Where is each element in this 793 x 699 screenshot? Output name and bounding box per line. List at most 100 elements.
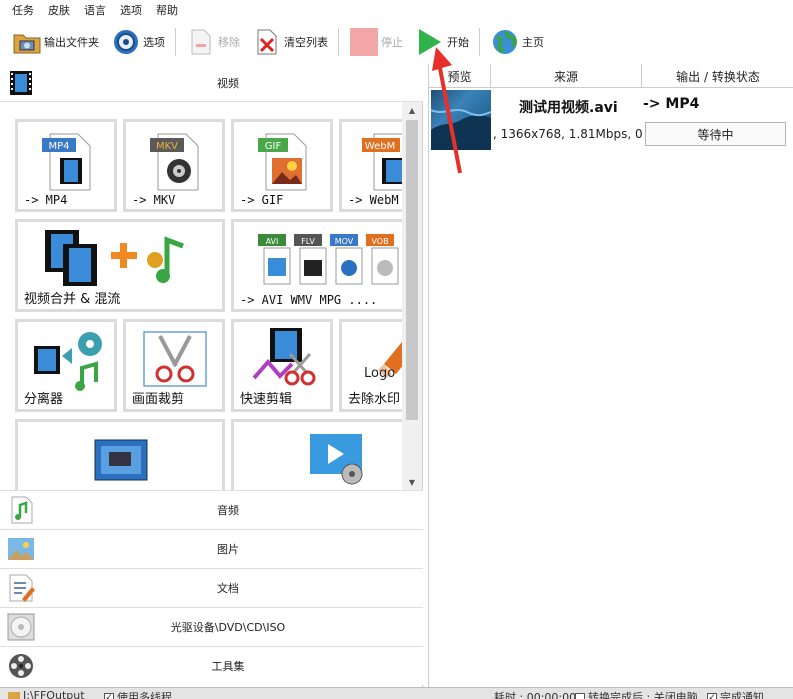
toolbox-category-label: 工具集 bbox=[211, 660, 245, 673]
home-label: 主页 bbox=[522, 36, 544, 49]
mov-badge: MOV bbox=[335, 237, 354, 246]
tile-label: 画面裁剪 bbox=[132, 392, 185, 407]
column-preview[interactable]: 预览 bbox=[429, 64, 491, 88]
tools-scrollbar[interactable]: ▲ ▼ bbox=[402, 102, 422, 490]
logo-text: Logo bbox=[364, 366, 396, 381]
video-tools-grid: MP4 -> MP4 MKV -> MKV GIF -> GIF WebM ->… bbox=[0, 102, 402, 490]
tile-label: -> MKV bbox=[132, 193, 176, 207]
menu-language[interactable]: 语言 bbox=[84, 2, 106, 18]
tile-label: 快速剪辑 bbox=[240, 392, 293, 407]
status-bar: I:\FFOutput ✓ 使用多线程 耗时 : 00:00:00 转换完成后 :… bbox=[0, 687, 793, 699]
toolbar-separator bbox=[479, 28, 480, 56]
stop-icon bbox=[349, 27, 379, 57]
home-button[interactable]: 主页 bbox=[486, 24, 548, 60]
webm-file-icon: WebM bbox=[362, 133, 402, 191]
scroll-up-arrow[interactable]: ▲ bbox=[402, 102, 422, 118]
tile-to-multi-format[interactable]: AVI FLV MOV VOB -> AVI WMV MPG .... bbox=[231, 219, 402, 312]
document-category-label: 文档 bbox=[217, 582, 239, 595]
avi-badge: AVI bbox=[266, 237, 279, 246]
output-folder-label: 输出文件夹 bbox=[44, 36, 99, 49]
tile-to-gif[interactable]: GIF -> GIF bbox=[231, 119, 333, 212]
tile-video-player[interactable] bbox=[231, 419, 402, 490]
checkbox-checked-icon: ✓ bbox=[104, 693, 114, 699]
column-source[interactable]: 来源 bbox=[491, 64, 642, 88]
menu-task[interactable]: 任务 bbox=[12, 2, 34, 18]
tile-label: 视频合并 & 混流 bbox=[24, 292, 121, 307]
tile-label: 去除水印 bbox=[348, 392, 401, 407]
video-category-header[interactable]: 视频 bbox=[0, 64, 423, 102]
tile-to-mp4[interactable]: MP4 -> MP4 bbox=[15, 119, 117, 212]
tile-video-recorder[interactable] bbox=[15, 419, 225, 490]
notify-checkbox[interactable]: ✓ 完成通知 bbox=[707, 689, 764, 699]
start-label: 开始 bbox=[447, 36, 469, 49]
column-output-status[interactable]: 输出 / 转换状态 bbox=[642, 64, 793, 88]
task-list-header: 预览 来源 输出 / 转换状态 bbox=[429, 64, 793, 88]
image-category[interactable]: 图片 bbox=[0, 529, 423, 568]
tile-to-mkv[interactable]: MKV -> MKV bbox=[123, 119, 225, 212]
video-category-label: 视频 bbox=[217, 76, 239, 90]
webm-badge: WebM bbox=[365, 141, 395, 152]
toolbox-category[interactable]: 工具集 bbox=[0, 646, 423, 685]
tile-merge-video[interactable]: 视频合并 & 混流 bbox=[15, 219, 225, 312]
toolbar-separator bbox=[338, 28, 339, 56]
clear-list-label: 清空列表 bbox=[284, 36, 328, 49]
stop-label: 停止 bbox=[381, 36, 403, 49]
notify-label: 完成通知 bbox=[720, 691, 764, 699]
options-label: 选项 bbox=[143, 36, 165, 49]
audio-category-label: 音频 bbox=[217, 504, 239, 517]
task-row[interactable]: 测试用视频.avi , 1366x768, 1.81Mbps, 0 -> MP4… bbox=[429, 89, 793, 151]
tile-crop[interactable]: 画面裁剪 bbox=[123, 319, 225, 412]
category-panel: 视频 MP4 -> MP4 MKV -> MKV GIF -> GIF WebM… bbox=[0, 64, 423, 687]
menu-help[interactable]: 帮助 bbox=[156, 2, 178, 18]
disc-category[interactable]: 光驱设备\DVD\CD\ISO bbox=[0, 607, 423, 646]
tile-label: -> MP4 bbox=[24, 193, 68, 207]
multithread-checkbox[interactable]: ✓ 使用多线程 bbox=[104, 689, 172, 699]
menu-skin[interactable]: 皮肤 bbox=[48, 2, 70, 18]
folder-small-icon bbox=[8, 691, 20, 699]
scroll-thumb[interactable] bbox=[406, 120, 418, 420]
mkv-file-icon: MKV bbox=[150, 133, 199, 191]
quick-cut-icon bbox=[252, 328, 316, 386]
tile-remove-watermark[interactable]: Logo 去除水印 bbox=[339, 319, 402, 412]
mp4-badge: MP4 bbox=[48, 141, 69, 152]
disc-category-label: 光驱设备\DVD\CD\ISO bbox=[170, 621, 286, 634]
merge-video-icon bbox=[45, 230, 184, 286]
clear-list-icon bbox=[252, 27, 282, 57]
tile-label: 分离器 bbox=[24, 392, 64, 407]
tile-to-webm[interactable]: WebM -> WebM bbox=[339, 119, 402, 212]
output-path[interactable]: I:\FFOutput bbox=[8, 689, 85, 699]
tile-quick-cut[interactable]: 快速剪辑 bbox=[231, 319, 333, 412]
splitter-icon bbox=[34, 332, 102, 391]
video-thumbnail bbox=[431, 90, 491, 150]
crop-scissors-icon bbox=[143, 331, 207, 387]
folder-icon bbox=[12, 27, 42, 57]
conversion-status: 等待中 bbox=[645, 122, 786, 146]
task-list-panel: 预览 来源 输出 / 转换状态 测试用视频.avi , 1366x768, 1.… bbox=[428, 64, 793, 687]
document-category[interactable]: 文档 bbox=[0, 568, 423, 607]
video-player-icon bbox=[310, 434, 363, 485]
vob-badge: VOB bbox=[371, 237, 388, 246]
options-button[interactable]: 选项 bbox=[107, 24, 169, 60]
multithread-label: 使用多线程 bbox=[117, 691, 172, 699]
source-file-name: 测试用视频.avi bbox=[519, 100, 618, 116]
output-folder-button[interactable]: 输出文件夹 bbox=[8, 24, 103, 60]
mkv-badge: MKV bbox=[156, 141, 178, 152]
stop-button[interactable]: 停止 bbox=[345, 24, 407, 60]
after-convert-option[interactable]: 转换完成后 : 关闭电脑 bbox=[575, 689, 698, 699]
mp4-file-icon: MP4 bbox=[42, 133, 91, 191]
remove-label: 移除 bbox=[218, 36, 240, 49]
tile-label: -> WebM bbox=[348, 193, 399, 207]
source-file-info: , 1366x768, 1.81Mbps, 0 bbox=[493, 127, 643, 141]
elapsed-time: 耗时 : 00:00:00 bbox=[494, 691, 577, 699]
scroll-down-arrow[interactable]: ▼ bbox=[402, 474, 422, 490]
image-category-label: 图片 bbox=[217, 543, 239, 556]
tile-splitter[interactable]: 分离器 bbox=[15, 319, 117, 412]
play-icon bbox=[415, 27, 445, 57]
start-button[interactable]: 开始 bbox=[411, 24, 473, 60]
remove-button[interactable]: 移除 bbox=[182, 24, 244, 60]
toolbar-separator bbox=[175, 28, 176, 56]
audio-category[interactable]: 音频 bbox=[0, 490, 423, 529]
menu-options[interactable]: 选项 bbox=[120, 2, 142, 18]
clear-list-button[interactable]: 清空列表 bbox=[248, 24, 332, 60]
gif-badge: GIF bbox=[265, 141, 282, 152]
